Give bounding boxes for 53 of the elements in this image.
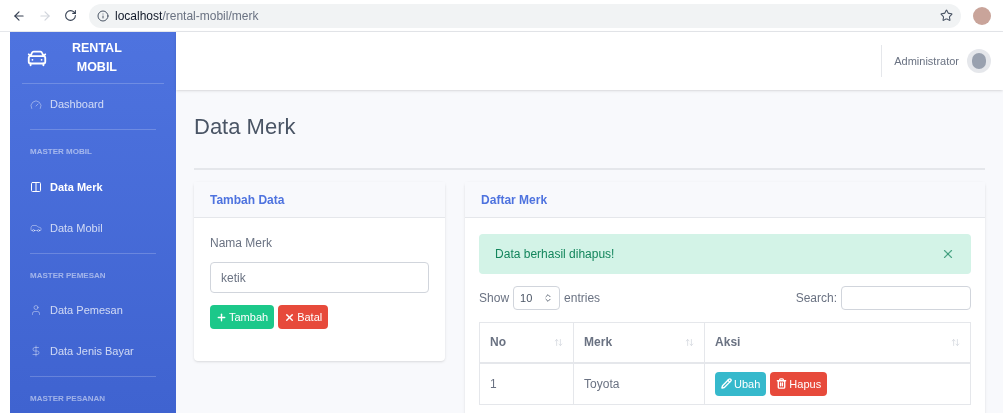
back-icon[interactable] — [12, 8, 26, 23]
sort-icon — [554, 337, 564, 347]
brand-name-field[interactable]: ketik — [210, 262, 430, 293]
trash-icon — [776, 378, 788, 390]
card-header: Daftar Merk — [465, 182, 985, 218]
gauge-icon — [30, 98, 42, 111]
card-header: Tambah Data — [194, 182, 446, 218]
page-size-select[interactable]: 10 — [513, 286, 561, 310]
column-header[interactable]: Merk — [573, 322, 705, 363]
table-cell: 1 — [479, 362, 574, 405]
search-field[interactable] — [841, 286, 971, 310]
sort-icon — [685, 337, 695, 347]
sidebar-item[interactable]: Data Jenis Bayar — [22, 330, 164, 372]
info-icon — [97, 9, 109, 22]
forward-icon[interactable] — [38, 8, 52, 23]
page-title: Data Merk — [194, 113, 297, 141]
columns-icon — [30, 180, 42, 193]
close-icon[interactable] — [941, 247, 955, 261]
add-button[interactable]: Tambah — [210, 305, 275, 329]
table-cell: Toyota — [573, 362, 705, 405]
sort-icon — [951, 337, 960, 347]
brand-name: RENTAL MOBIL — [72, 39, 122, 76]
star-icon[interactable] — [940, 9, 953, 22]
sidebar-item[interactable]: Data Mobil — [22, 207, 164, 249]
edit-button[interactable]: Ubah — [715, 371, 767, 396]
delete-button[interactable]: Hapus — [770, 371, 828, 396]
car-icon — [30, 222, 42, 234]
user-icon — [30, 304, 42, 317]
avatar-icon[interactable] — [967, 49, 991, 73]
address-bar[interactable]: localhost/rental-mobil/merk — [89, 3, 961, 28]
sidebar-item[interactable]: Dashboard — [22, 84, 164, 126]
column-header[interactable]: Aksi — [704, 322, 971, 363]
sidebar-heading: MASTER PEMESAN — [29, 269, 107, 282]
user-name[interactable]: Administrator — [894, 52, 959, 70]
dollar-icon — [30, 345, 42, 358]
profile-icon[interactable] — [973, 6, 991, 25]
reload-icon[interactable] — [64, 9, 77, 22]
sidebar-heading: MASTER MOBIL — [29, 146, 93, 159]
plus-icon — [216, 311, 227, 323]
field-label: Nama Merk — [210, 235, 273, 252]
sidebar-heading: MASTER PESANAN — [29, 393, 107, 405]
entries-label: entries — [564, 290, 601, 307]
alert-message: Data berhasil dihapus! — [495, 246, 615, 263]
sidebar-item[interactable]: Data Pemesan — [22, 289, 164, 331]
sidebar-item[interactable]: Data Merk — [22, 166, 164, 208]
pencil-icon — [721, 378, 733, 390]
search-label: Search: — [795, 290, 837, 307]
close-icon — [284, 311, 296, 323]
updown-icon — [543, 293, 554, 303]
url-text: localhost/rental-mobil/merk — [115, 7, 259, 25]
cancel-button[interactable]: Batal — [278, 305, 329, 329]
show-label: Show — [479, 290, 510, 307]
column-header[interactable]: No — [479, 322, 574, 363]
